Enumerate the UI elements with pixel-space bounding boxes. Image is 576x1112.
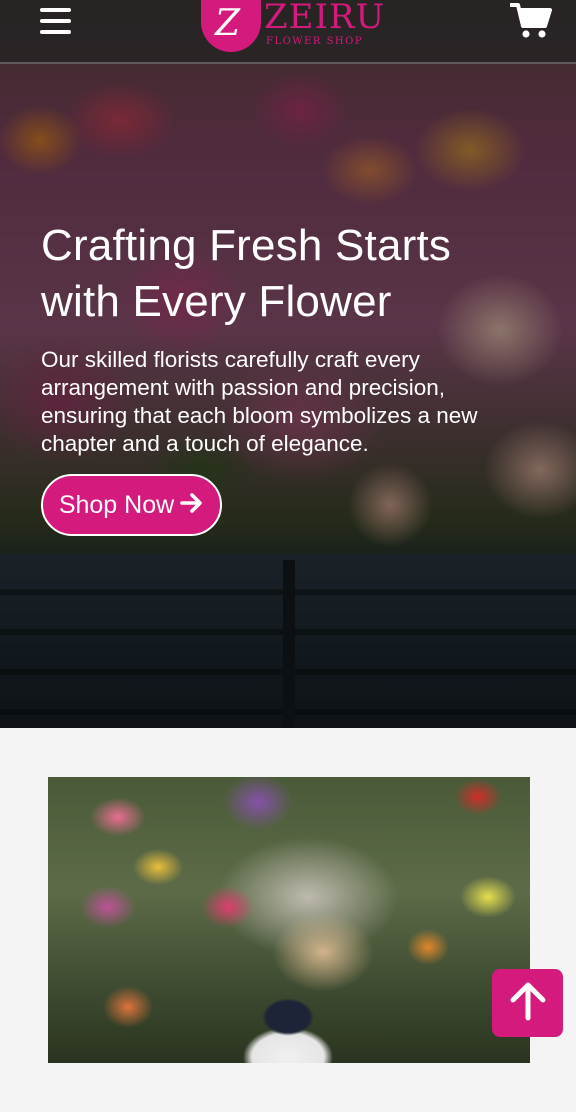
shop-now-label: Shop Now (58, 490, 175, 519)
florist-workspace-image (48, 777, 530, 1063)
shop-now-button[interactable]: Shop Now (41, 474, 222, 536)
hero-content: Crafting Fresh Starts with Every Flower … (41, 218, 541, 536)
hamburger-menu-icon[interactable] (40, 6, 72, 36)
florist-figure (228, 987, 348, 1063)
site-header: Z ZEIRU FLOWER SHOP (0, 0, 576, 64)
logo-name: ZEIRU (264, 0, 386, 37)
hero-title: Crafting Fresh Starts with Every Flower (41, 221, 452, 326)
arrow-right-icon (180, 490, 204, 521)
shopping-cart-icon[interactable] (509, 2, 552, 42)
logo-badge: Z (201, 0, 261, 52)
site-logo[interactable]: Z ZEIRU FLOWER SHOP (200, 0, 384, 52)
logo-letter: Z (215, 3, 241, 44)
logo-subtitle: FLOWER SHOP (266, 36, 364, 47)
scroll-to-top-button[interactable] (492, 969, 563, 1037)
hero-description: Our skilled florists carefully craft eve… (41, 347, 478, 456)
hero-section: Crafting Fresh Starts with Every Flower … (0, 0, 576, 728)
arrow-up-icon (508, 980, 548, 1027)
